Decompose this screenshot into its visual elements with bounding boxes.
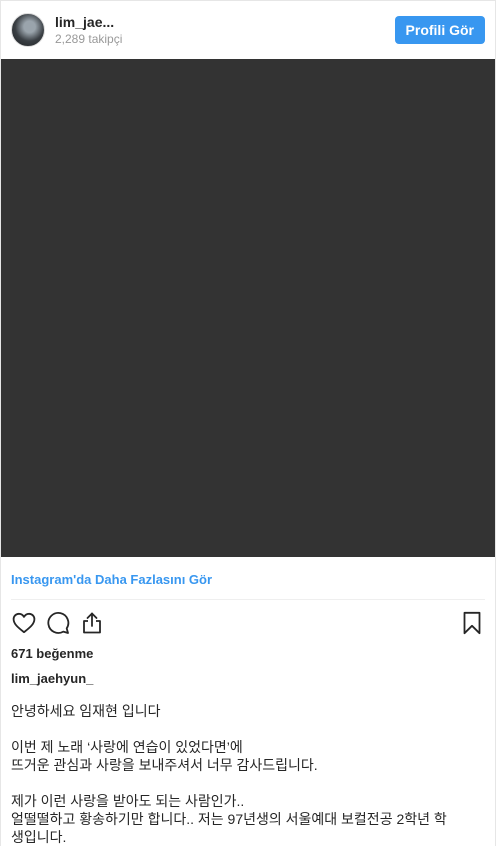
avatar[interactable] [11,13,45,47]
caption-line: 제가 이런 사랑을 받아도 되는 사람인가.. [11,793,245,809]
instagram-embed-card: lim_jae... 2,289 takipçi Profili Gör Ins… [0,0,496,846]
heart-icon [12,612,36,634]
caption-paragraph-2: 이번 제 노래 ‘사랑에 연습이 있었다면’에 뜨거운 관심과 사랑을 보내주셔… [11,738,485,774]
caption-line: 안녕하세요 임재현 입니다 [11,703,161,719]
caption-line: 얼떨떨하고 황송하기만 합니다.. 저는 97년생의 서울예대 보컬전공 2학년… [11,811,447,827]
caption-paragraph-1: 안녕하세요 임재현 입니다 [11,702,485,720]
post-media[interactable] [1,59,495,557]
share-icon [83,612,101,634]
comment-icon [47,612,70,634]
like-count[interactable]: 671 beğenme [1,645,495,663]
bookmark-icon [463,611,481,635]
caption-line: 생입니다. [11,829,67,845]
user-info: lim_jae... 2,289 takipçi [55,14,122,47]
username[interactable]: lim_jae... [55,14,122,31]
follower-count: 2,289 takipçi [55,31,123,46]
view-profile-button[interactable]: Profili Gör [394,16,485,44]
divider [11,599,485,600]
see-more-on-instagram-link[interactable]: Instagram'da Daha Fazlasını Gör [1,557,495,599]
save-button[interactable] [457,608,487,638]
post-caption: 안녕하세요 임재현 입니다 이번 제 노래 ‘사랑에 연습이 있었다면’에 뜨거… [1,702,495,846]
caption-line: 뜨거운 관심과 사랑을 보내주셔서 너무 감사드립니다. [11,757,318,773]
action-bar [1,602,495,644]
caption-line: 이번 제 노래 ‘사랑에 연습이 있었다면’에 [11,739,243,755]
caption-paragraph-3: 제가 이런 사랑을 받아도 되는 사람인가.. 얼떨떨하고 황송하기만 합니다.… [11,792,485,846]
caption-username[interactable]: lim_jaehyun_ [1,670,495,688]
like-button[interactable] [9,608,39,638]
share-button[interactable] [77,608,107,638]
comment-button[interactable] [43,608,73,638]
post-header: lim_jae... 2,289 takipçi Profili Gör [1,1,495,59]
